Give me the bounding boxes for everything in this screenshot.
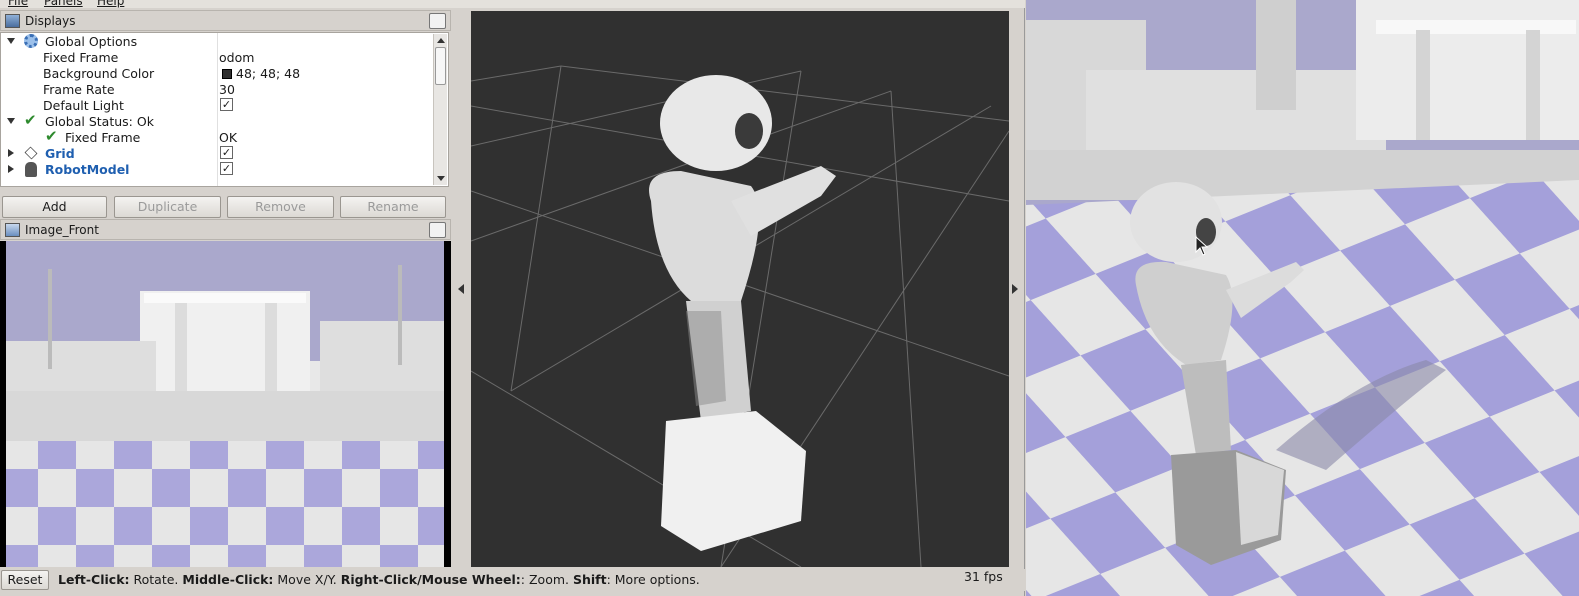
row-label: Background Color [43, 66, 155, 81]
grid-and-robot-render [471, 65, 1009, 567]
status-bar: Reset Left-Click: Rotate. Middle-Click: … [0, 569, 1025, 591]
float-button[interactable] [429, 222, 446, 238]
grid-enabled-checkbox[interactable]: ✓ [220, 146, 233, 159]
scroll-up-icon[interactable] [437, 38, 445, 43]
camera-image-view[interactable] [0, 241, 451, 567]
green-check-icon: ✔ [45, 127, 58, 145]
robot-icon [25, 162, 37, 177]
frame-rate-value[interactable]: 30 [219, 82, 235, 97]
menu-file[interactable]: File [8, 0, 28, 8]
add-button[interactable]: Add [2, 196, 107, 218]
hint-text: Move X/Y. [273, 572, 341, 587]
collapse-left-icon[interactable] [458, 284, 464, 294]
hint-text: : More options. [606, 572, 700, 587]
collapse-right-icon[interactable] [1012, 284, 1018, 294]
fixed-frame-value[interactable]: odom [219, 50, 254, 65]
expand-arrow-icon[interactable] [7, 118, 15, 124]
robotmodel-enabled-checkbox[interactable]: ✓ [220, 162, 233, 175]
fps-counter: 31 fps [964, 569, 1003, 584]
tree-row-default-light[interactable]: Default Light ✓ [1, 97, 434, 113]
menu-panels[interactable]: Panels [44, 0, 83, 8]
row-label: Global Options [45, 34, 138, 49]
tree-row-robotmodel[interactable]: RobotModel ✓ [1, 161, 434, 177]
3d-render-view[interactable] [471, 11, 1009, 567]
rename-button[interactable]: Rename [340, 196, 446, 218]
displays-title: Displays [25, 14, 76, 28]
displays-tree: Global Options Fixed Frame odom Backgrou… [0, 32, 449, 187]
green-check-icon: ✔ [24, 111, 37, 129]
menu-help[interactable]: Help [97, 0, 124, 8]
status-value: OK [219, 130, 238, 145]
scroll-thumb[interactable] [435, 47, 446, 85]
color-swatch [222, 69, 232, 79]
row-label: Fixed Frame [65, 130, 141, 145]
hint-text: : Zoom. [520, 572, 573, 587]
gear-icon [24, 34, 38, 48]
gazebo-scene [1026, 0, 1579, 596]
expand-arrow-icon[interactable] [8, 149, 14, 157]
tree-scrollbar[interactable] [433, 34, 447, 185]
image-title-bar: Image_Front [0, 219, 451, 240]
grid-icon [24, 146, 38, 160]
default-light-checkbox[interactable]: ✓ [220, 98, 233, 111]
row-label: Fixed Frame [43, 50, 119, 65]
row-label: Global Status: Ok [45, 114, 154, 129]
camera-image [0, 241, 451, 567]
reset-button[interactable]: Reset [1, 570, 49, 590]
scroll-down-icon[interactable] [437, 176, 445, 181]
menubar: File Panels Help [0, 0, 1025, 8]
background-color-text: 48; 48; 48 [236, 66, 301, 81]
row-label: Default Light [43, 98, 124, 113]
displays-title-bar: Displays [0, 10, 451, 31]
image-icon [5, 223, 20, 237]
background-color-value[interactable]: 48; 48; 48 [222, 66, 300, 81]
hint-bold: Left-Click: [58, 572, 130, 587]
displays-icon [5, 14, 20, 28]
expand-arrow-icon[interactable] [7, 38, 15, 44]
remove-button[interactable]: Remove [227, 196, 334, 218]
desktop: File Panels Help Displays Global Options… [0, 0, 1579, 596]
hint-text: Rotate. [129, 572, 183, 587]
row-label: RobotModel [45, 162, 130, 177]
hint-bold: Shift [572, 572, 607, 587]
tree-row-global-options[interactable]: Global Options [1, 33, 434, 49]
hint-bold: Right-Click/Mouse Wheel: [340, 572, 521, 587]
tree-row-background-color[interactable]: Background Color 48; 48; 48 [1, 65, 434, 81]
displays-panel: Displays Global Options Fixed Frame odom… [0, 10, 451, 218]
tree-row-status-fixed-frame[interactable]: ✔ Fixed Frame OK [1, 127, 434, 145]
rviz-window: File Panels Help Displays Global Options… [0, 0, 1025, 596]
duplicate-button[interactable]: Duplicate [114, 196, 221, 218]
tree-row-fixed-frame[interactable]: Fixed Frame odom [1, 49, 434, 65]
tree-row-grid[interactable]: Grid ✓ [1, 145, 434, 161]
mouse-cursor-icon [1195, 236, 1209, 256]
gazebo-simulation-view[interactable] [1026, 0, 1579, 596]
float-button[interactable] [429, 13, 446, 29]
row-label: Grid [45, 146, 75, 161]
hint-bold: Middle-Click: [182, 572, 274, 587]
tree-row-frame-rate[interactable]: Frame Rate 30 [1, 81, 434, 97]
mouse-hint: Left-Click: Rotate. Middle-Click: Move X… [58, 572, 700, 587]
row-label: Frame Rate [43, 82, 115, 97]
tree-row-global-status[interactable]: ✔ Global Status: Ok [1, 111, 434, 129]
expand-arrow-icon[interactable] [8, 165, 14, 173]
image-panel: Image_Front [0, 219, 451, 569]
image-title: Image_Front [25, 223, 99, 237]
